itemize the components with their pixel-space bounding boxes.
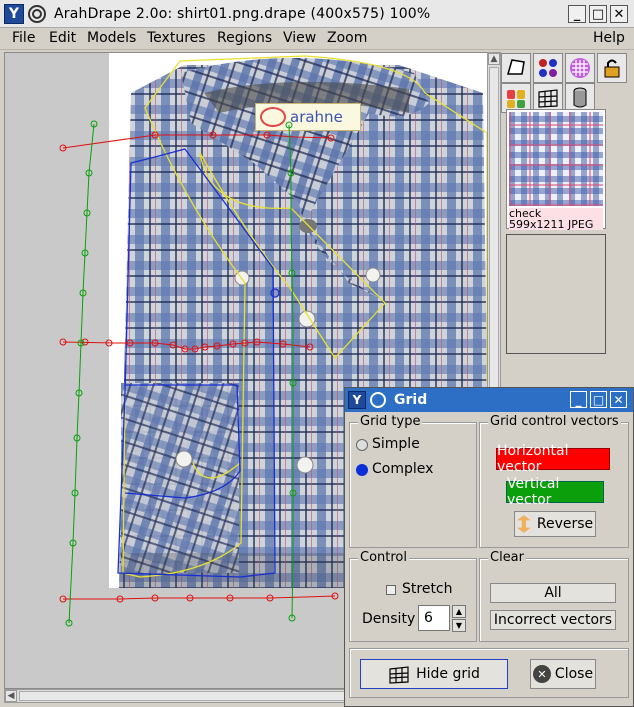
lasso-icon[interactable] (501, 53, 531, 83)
grid-dialog-title: Grid (394, 392, 428, 408)
close-circle-icon: ✕ (532, 665, 551, 683)
stretch-label: Stretch (402, 581, 453, 597)
maximize-button[interactable]: □ (589, 5, 607, 23)
density-up-icon[interactable]: ▲ (452, 605, 466, 618)
stretch-checkbox[interactable] (386, 585, 396, 595)
app-icon[interactable]: Y (4, 3, 24, 24)
complex-label: Complex (372, 461, 434, 477)
window-title: ArahDrape 2.0o: shirt01.png.drape (400x5… (54, 5, 431, 22)
density-down-icon[interactable]: ▼ (452, 619, 466, 632)
close-label: Close (554, 666, 594, 682)
texture-size: 599x1211 JPEG (509, 219, 603, 230)
dialog-app-icon[interactable]: Y (348, 391, 366, 409)
clear-incorrect-vectors-button[interactable]: Incorrect vectors (490, 610, 616, 630)
control-vectors-label: Grid control vectors (488, 414, 621, 429)
horizontal-vector-button[interactable]: Horizontal vector (496, 443, 610, 475)
window-menu-icon[interactable] (28, 4, 46, 23)
menu-zoom[interactable]: Zoom (327, 30, 367, 46)
menu-edit[interactable]: Edit (49, 30, 76, 46)
minimize-button[interactable]: _ (568, 5, 586, 23)
lock-icon[interactable] (597, 53, 627, 83)
dialog-maximize-button[interactable]: □ (590, 391, 607, 408)
dialog-close-x-button[interactable]: ✕ (610, 391, 627, 408)
clear-all-button[interactable]: All (490, 583, 616, 603)
density-input[interactable]: 6 (418, 605, 450, 631)
dialog-minimize-button[interactable]: _ (570, 391, 587, 408)
texture-preview (509, 112, 603, 206)
control-label: Control (358, 550, 409, 565)
reverse-button[interactable]: Reverse (514, 511, 596, 537)
grid-dialog-titlebar: Y Grid _ □ ✕ (345, 388, 633, 412)
clear-label: Clear (488, 550, 526, 565)
control-group: Control Stretch Density 6 ▲ ▼ (349, 550, 477, 642)
grid-dialog: Y Grid _ □ ✕ Grid type Simple Complex Gr… (344, 387, 634, 707)
grid-type-group: Grid type Simple Complex (349, 414, 477, 548)
window-titlebar: Y ArahDrape 2.0o: shirt01.png.drape (400… (0, 0, 634, 28)
empty-texture-slot[interactable] (506, 234, 606, 354)
close-window-button[interactable]: ✕ (610, 5, 628, 23)
dialog-menu-icon[interactable] (370, 392, 386, 408)
menu-view[interactable]: View (283, 30, 316, 46)
pattern-icon[interactable] (565, 53, 595, 83)
density-label: Density (362, 611, 416, 627)
grid-type-label: Grid type (358, 414, 423, 429)
control-vectors-group: Grid control vectors Horizontal vector V… (479, 414, 629, 548)
hide-grid-button[interactable]: Hide grid (360, 659, 508, 689)
menu-textures[interactable]: Textures (147, 30, 206, 46)
menu-models[interactable]: Models (87, 30, 136, 46)
scroll-up-icon[interactable]: ▲ (488, 53, 500, 65)
reverse-label: Reverse (536, 516, 594, 532)
complex-radio[interactable] (356, 464, 368, 476)
reverse-arrows-icon (516, 515, 531, 533)
menu-help[interactable]: Help (593, 30, 625, 46)
grid-small-icon (389, 666, 409, 684)
texture-thumbnail[interactable]: check 599x1211 JPEG (506, 109, 606, 230)
regions-icon[interactable] (533, 53, 563, 83)
clear-group: Clear All Incorrect vectors (479, 550, 629, 642)
scroll-left-icon[interactable]: ◀ (5, 690, 17, 702)
simple-radio[interactable] (356, 439, 368, 451)
bottom-bar: Hide grid ✕ Close (349, 648, 629, 698)
vertical-vector-button[interactable]: Vertical vector (506, 476, 604, 508)
menu-file[interactable]: File (12, 30, 35, 46)
hide-grid-label: Hide grid (416, 666, 480, 682)
simple-label: Simple (372, 436, 420, 452)
close-dialog-button[interactable]: ✕ Close (530, 659, 596, 689)
menu-bar: File Edit Models Textures Regions View Z… (0, 28, 634, 50)
menu-regions[interactable]: Regions (217, 30, 272, 46)
